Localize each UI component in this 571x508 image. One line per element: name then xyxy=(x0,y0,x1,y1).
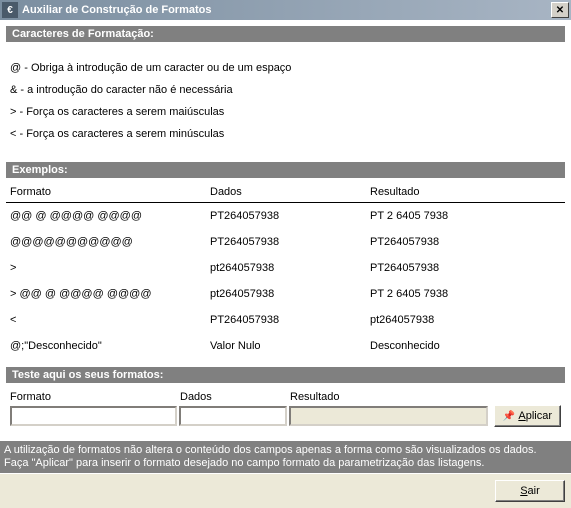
footer-help: A utilização de formatos não altera o co… xyxy=(0,441,571,473)
client-area: Caracteres de Formatação: @ - Obriga à i… xyxy=(0,20,571,441)
formato-input[interactable] xyxy=(10,406,177,426)
label-resultado: Resultado xyxy=(290,391,561,403)
cell-dados: PT264057938 xyxy=(210,210,370,222)
table-row: < PT264057938 pt264057938 xyxy=(6,307,565,333)
char-rule: > - Força os caracteres a serem maiúscul… xyxy=(10,106,561,118)
titlebar: € Auxiliar de Construção de Formatos ✕ xyxy=(0,0,571,20)
test-labels: Formato Dados Resultado xyxy=(6,391,565,405)
close-button[interactable]: ✕ xyxy=(551,2,569,18)
col-header-formato: Formato xyxy=(10,186,210,198)
cell-formato: < xyxy=(10,314,210,326)
cell-resultado: PT264057938 xyxy=(370,236,561,248)
col-header-dados: Dados xyxy=(210,186,370,198)
cell-formato: @@@@@@@@@@@ xyxy=(10,236,210,248)
dados-input[interactable] xyxy=(179,406,287,426)
char-rule: < - Força os caracteres a serem minúscul… xyxy=(10,128,561,140)
cell-dados: pt264057938 xyxy=(210,288,370,300)
cell-formato: > xyxy=(10,262,210,274)
cell-dados: PT264057938 xyxy=(210,314,370,326)
cell-formato: @@ @ @@@@ @@@@ xyxy=(10,210,210,222)
footer-line: A utilização de formatos não altera o co… xyxy=(4,444,567,457)
label-formato: Formato xyxy=(10,391,180,403)
cell-resultado: PT264057938 xyxy=(370,262,561,274)
char-rule: @ - Obriga à introdução de um caracter o… xyxy=(10,62,561,74)
table-row: @@@@@@@@@@@ PT264057938 PT264057938 xyxy=(6,229,565,255)
label-dados: Dados xyxy=(180,391,290,403)
chars-section-header: Caracteres de Formatação: xyxy=(6,26,565,42)
examples-table: Formato Dados Resultado @@ @ @@@@ @@@@ P… xyxy=(6,184,565,359)
table-row: > @@ @ @@@@ @@@@ pt264057938 PT 2 6405 7… xyxy=(6,281,565,307)
exit-label: Sair xyxy=(520,485,540,497)
examples-section-header: Exemplos: xyxy=(6,162,565,178)
examples-header-row: Formato Dados Resultado xyxy=(6,184,565,203)
cell-dados: PT264057938 xyxy=(210,236,370,248)
exit-button[interactable]: Sair xyxy=(495,480,565,502)
test-section: Formato Dados Resultado 📌 Aplicar xyxy=(6,389,565,435)
col-header-resultado: Resultado xyxy=(370,186,561,198)
pin-icon: 📌 xyxy=(503,411,515,422)
chars-list: @ - Obriga à introdução de um caracter o… xyxy=(6,48,565,162)
cell-formato: @;"Desconhecido" xyxy=(10,340,210,352)
apply-button[interactable]: 📌 Aplicar xyxy=(494,405,561,427)
cell-dados: Valor Nulo xyxy=(210,340,370,352)
app-icon: € xyxy=(2,2,18,18)
cell-resultado: PT 2 6405 7938 xyxy=(370,288,561,300)
test-section-header: Teste aqui os seus formatos: xyxy=(6,367,565,383)
cell-formato: > @@ @ @@@@ @@@@ xyxy=(10,288,210,300)
table-row: @;"Desconhecido" Valor Nulo Desconhecido xyxy=(6,333,565,359)
table-row: @@ @ @@@@ @@@@ PT264057938 PT 2 6405 793… xyxy=(6,203,565,229)
window-title: Auxiliar de Construção de Formatos xyxy=(22,4,551,16)
char-rule: & - a introdução do caracter não é neces… xyxy=(10,84,561,96)
cell-dados: pt264057938 xyxy=(210,262,370,274)
resultado-output xyxy=(289,406,488,426)
cell-resultado: PT 2 6405 7938 xyxy=(370,210,561,222)
cell-resultado: Desconhecido xyxy=(370,340,561,352)
table-row: > pt264057938 PT264057938 xyxy=(6,255,565,281)
footer-line: Faça "Aplicar" para inserir o formato de… xyxy=(4,457,567,470)
bottom-bar: Sair xyxy=(0,473,571,508)
apply-label: Aplicar xyxy=(518,410,552,422)
cell-resultado: pt264057938 xyxy=(370,314,561,326)
test-inputs: 📌 Aplicar xyxy=(6,405,565,427)
